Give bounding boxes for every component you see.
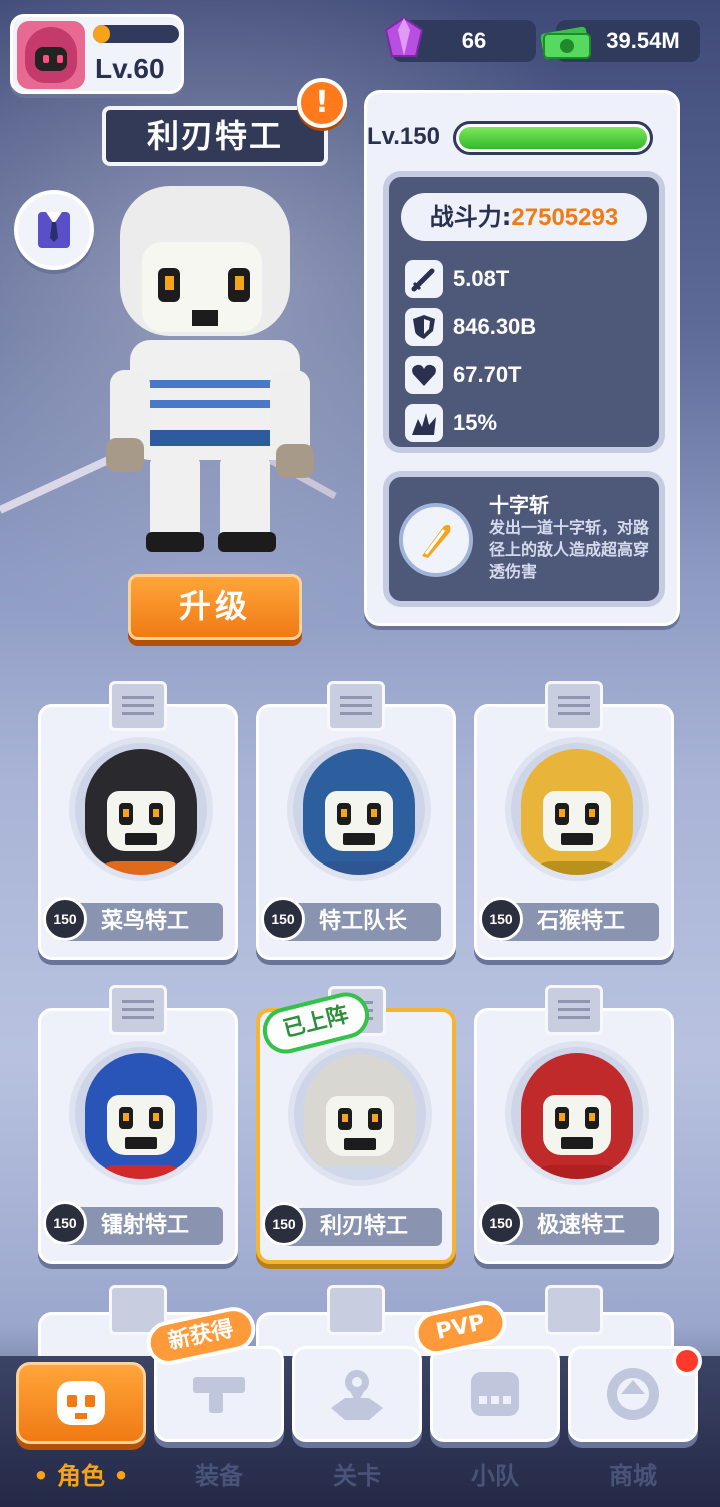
tab-hero[interactable] (16, 1362, 146, 1444)
skill-box[interactable]: 十字斩 发出一道十字斩，对路径上的敌人造成超高穿透伤害 (383, 471, 665, 607)
tab-equipment-label: 装备 (195, 1462, 243, 1490)
squad-icon (471, 1372, 519, 1416)
hero-card[interactable]: 菜鸟特工 150 (38, 681, 238, 960)
hero-card-level: 150 (262, 1202, 306, 1246)
hero-portrait (505, 737, 649, 881)
stat-defense: 846.30B (405, 307, 536, 347)
card-clip (545, 1285, 603, 1335)
stat-hp-value: 67.70T (453, 362, 522, 387)
card-clip (327, 681, 385, 731)
card-clip (109, 681, 167, 731)
player-level: Lv.60 (95, 53, 165, 84)
shop-icon (607, 1368, 659, 1420)
hero-card-level: 150 (479, 1201, 523, 1245)
avatar[interactable] (17, 21, 85, 89)
tab-stages-label: 关卡 (333, 1462, 381, 1490)
map-pin-icon (331, 1370, 383, 1420)
stat-attack-value: 5.08T (453, 266, 510, 291)
hero-card[interactable]: 特工队长 150 (256, 681, 456, 960)
stat-attack: 5.08T (405, 259, 509, 299)
skill-description: 发出一道十字斩，对路径上的敌人造成超高穿透伤害 (489, 518, 650, 581)
stat-crit-value: 15% (453, 410, 498, 435)
tab-stages[interactable] (292, 1346, 422, 1442)
heart-icon (405, 356, 443, 394)
tab-shop-label: 商城 (609, 1462, 657, 1490)
card-clip (109, 985, 167, 1035)
stat-crit: 15% (405, 403, 497, 443)
combat-power-value: 27505293 (511, 204, 619, 231)
tab-squad[interactable] (430, 1346, 560, 1442)
card-clip (327, 1285, 385, 1335)
upgrade-button[interactable]: 升级 (128, 574, 302, 640)
stat-hp: 67.70T (405, 355, 522, 395)
sword-icon (405, 260, 443, 298)
hero-card[interactable]: 利刃特工 150 已上阵 (256, 986, 456, 1264)
hero-name-plate: 利刃特工 (102, 106, 328, 166)
xp-bar (93, 25, 179, 43)
hero-card[interactable]: 镭射特工 150 (38, 985, 238, 1264)
skill-icon[interactable] (399, 503, 473, 577)
stat-box: 战斗力:27505293 5.08T 846.30B 67.70T 15% (383, 171, 665, 453)
hero-card-level: 150 (261, 897, 305, 941)
hero-portrait (69, 737, 213, 881)
hero-portrait (69, 1041, 213, 1185)
hero-portrait (288, 1042, 432, 1186)
hero-card-level: 150 (43, 897, 87, 941)
shield-icon (405, 308, 443, 346)
hero-card-level: 150 (479, 897, 523, 941)
gem-icon (384, 16, 424, 57)
tab-squad-label: 小队 (471, 1462, 519, 1490)
card-clip (545, 681, 603, 731)
hero-model (0, 186, 337, 552)
cash-icon (540, 26, 591, 60)
notification-dot (672, 1346, 702, 1376)
hero-portrait (287, 737, 431, 881)
hero-card-level: 150 (43, 1201, 87, 1245)
card-clip (545, 985, 603, 1035)
hero-stats-panel: Lv.150 战斗力:27505293 5.08T 846.30B 67.70T (364, 90, 680, 626)
stat-defense-value: 846.30B (453, 314, 537, 339)
level-progress-bar (453, 121, 653, 155)
skill-name: 十字斩 (489, 493, 549, 517)
player-profile[interactable]: Lv.60 (10, 14, 184, 94)
tab-hero-label: • 角色 • (33, 1462, 129, 1490)
hero-portrait (505, 1041, 649, 1185)
gem-count: 66 (461, 28, 487, 53)
combat-power: 战斗力:27505293 (401, 193, 647, 241)
cash-count: 39.54M (606, 28, 680, 53)
alert-icon[interactable]: ! (297, 78, 347, 128)
crit-icon (405, 404, 443, 442)
hero-card[interactable]: 极速特工 150 (474, 985, 674, 1264)
skull-icon (57, 1381, 105, 1425)
hero-level: Lv.150 (367, 123, 440, 150)
hero-card[interactable]: 石猴特工 150 (474, 681, 674, 960)
combat-power-label: 战斗力: (429, 203, 512, 231)
gun-icon (193, 1377, 245, 1413)
